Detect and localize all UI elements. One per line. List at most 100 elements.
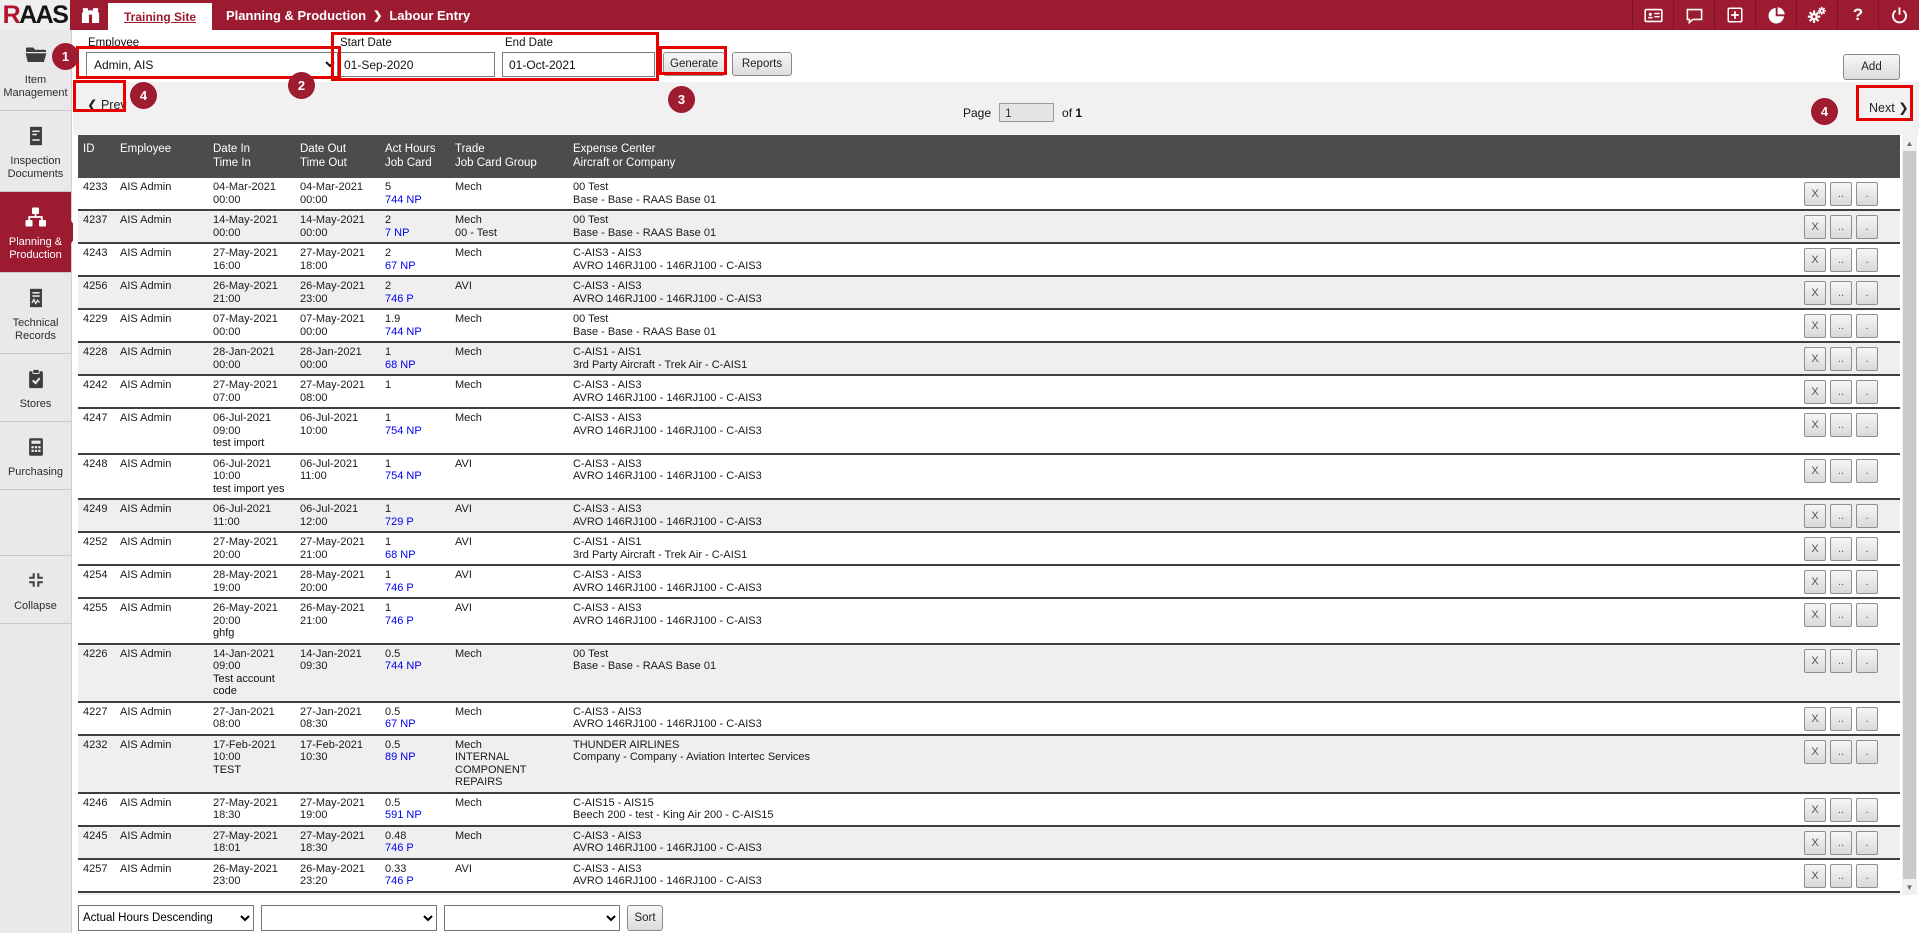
delete-row-button[interactable]: X [1804,380,1826,404]
sidebar-item-technical-records[interactable]: Technical Records [0,273,71,354]
job-card-link[interactable]: 68 NP [385,549,450,562]
delete-row-button[interactable]: X [1804,798,1826,822]
job-card-link[interactable]: 746 P [385,875,450,888]
add-button[interactable]: Add [1843,54,1900,80]
job-card-link[interactable]: 67 NP [385,718,450,731]
scroll-up-icon[interactable]: ▲ [1902,135,1917,151]
edit-row-button[interactable]: .. [1830,248,1852,272]
help-icon[interactable]: ? [1837,0,1878,30]
edit-row-button[interactable]: .. [1830,831,1852,855]
delete-row-button[interactable]: X [1804,649,1826,673]
chat-icon[interactable] [1673,0,1714,30]
delete-row-button[interactable]: X [1804,864,1826,888]
sidebar-item-collapse[interactable]: Collapse [0,556,71,624]
delete-row-button[interactable]: X [1804,740,1826,764]
detail-row-button[interactable]: . [1856,504,1878,528]
settings-gears-icon[interactable] [1796,0,1837,30]
scrollbar-thumb[interactable] [1903,151,1916,879]
delete-row-button[interactable]: X [1804,831,1826,855]
detail-row-button[interactable]: . [1856,380,1878,404]
edit-row-button[interactable]: .. [1830,380,1852,404]
edit-row-button[interactable]: .. [1830,537,1852,561]
delete-row-button[interactable]: X [1804,537,1826,561]
sort-select-1[interactable]: Actual Hours Descending [78,905,254,931]
reports-button[interactable]: Reports [732,52,792,76]
detail-row-button[interactable]: . [1856,831,1878,855]
sidebar-item-purchasing[interactable]: Purchasing [0,422,71,490]
detail-row-button[interactable]: . [1856,798,1878,822]
delete-row-button[interactable]: X [1804,248,1826,272]
detail-row-button[interactable]: . [1856,281,1878,305]
employee-select[interactable]: Admin, AIS [86,52,339,77]
sidebar-item-item-management[interactable]: Item Management [0,30,71,111]
edit-row-button[interactable]: .. [1830,413,1852,437]
edit-row-button[interactable]: .. [1830,740,1852,764]
detail-row-button[interactable]: . [1856,570,1878,594]
next-page-button[interactable]: Next ❯ [1863,99,1915,116]
job-card-link[interactable]: 744 NP [385,660,450,673]
job-card-link[interactable]: 754 NP [385,425,450,438]
start-date-input[interactable] [337,52,495,77]
page-number-input[interactable] [999,103,1054,122]
end-date-input[interactable] [502,52,655,77]
edit-row-button[interactable]: .. [1830,182,1852,206]
detail-row-button[interactable]: . [1856,215,1878,239]
scroll-down-icon[interactable]: ▼ [1902,879,1917,895]
job-card-link[interactable]: 746 P [385,842,450,855]
detail-row-button[interactable]: . [1856,649,1878,673]
detail-row-button[interactable]: . [1856,248,1878,272]
edit-row-button[interactable]: .. [1830,649,1852,673]
sidebar-item-inspection-documents[interactable]: Inspection Documents [0,111,71,192]
delete-row-button[interactable]: X [1804,603,1826,627]
prev-page-button[interactable]: ❮ Prev [81,96,133,113]
job-card-link[interactable]: 67 NP [385,260,450,273]
sort-select-3[interactable] [444,905,620,931]
delete-row-button[interactable]: X [1804,459,1826,483]
edit-row-button[interactable]: .. [1830,603,1852,627]
job-card-link[interactable]: 754 NP [385,470,450,483]
edit-row-button[interactable]: .. [1830,798,1852,822]
detail-row-button[interactable]: . [1856,413,1878,437]
detail-row-button[interactable]: . [1856,740,1878,764]
edit-row-button[interactable]: .. [1830,570,1852,594]
delete-row-button[interactable]: X [1804,314,1826,338]
generate-button[interactable]: Generate [663,52,725,76]
delete-row-button[interactable]: X [1804,570,1826,594]
job-card-link[interactable]: 744 NP [385,326,450,339]
delete-row-button[interactable]: X [1804,182,1826,206]
edit-row-button[interactable]: .. [1830,281,1852,305]
job-card-link[interactable]: 746 P [385,293,450,306]
edit-row-button[interactable]: .. [1830,215,1852,239]
binoculars-icon[interactable] [72,0,108,30]
sidebar-item-planning-production[interactable]: Planning & Production [0,192,71,273]
edit-row-button[interactable]: .. [1830,504,1852,528]
pie-chart-icon[interactable] [1755,0,1796,30]
edit-row-button[interactable]: .. [1830,347,1852,371]
detail-row-button[interactable]: . [1856,537,1878,561]
sort-button[interactable]: Sort [627,905,663,931]
delete-row-button[interactable]: X [1804,413,1826,437]
detail-row-button[interactable]: . [1856,603,1878,627]
detail-row-button[interactable]: . [1856,707,1878,731]
job-card-link[interactable]: 744 NP [385,194,450,207]
detail-row-button[interactable]: . [1856,347,1878,371]
edit-row-button[interactable]: .. [1830,707,1852,731]
vertical-scrollbar[interactable]: ▲ ▼ [1902,135,1917,895]
sort-select-2[interactable] [261,905,437,931]
job-card-link[interactable]: 68 NP [385,359,450,372]
edit-row-button[interactable]: .. [1830,864,1852,888]
add-window-icon[interactable] [1714,0,1755,30]
delete-row-button[interactable]: X [1804,215,1826,239]
job-card-link[interactable]: 89 NP [385,751,450,764]
sidebar-item-stores[interactable]: Stores [0,354,71,422]
power-icon[interactable] [1878,0,1919,30]
job-card-link[interactable]: 746 P [385,582,450,595]
edit-row-button[interactable]: .. [1830,459,1852,483]
detail-row-button[interactable]: . [1856,314,1878,338]
job-card-link[interactable]: 7 NP [385,227,450,240]
delete-row-button[interactable]: X [1804,281,1826,305]
delete-row-button[interactable]: X [1804,347,1826,371]
job-card-link[interactable]: 746 P [385,615,450,628]
delete-row-button[interactable]: X [1804,707,1826,731]
detail-row-button[interactable]: . [1856,459,1878,483]
